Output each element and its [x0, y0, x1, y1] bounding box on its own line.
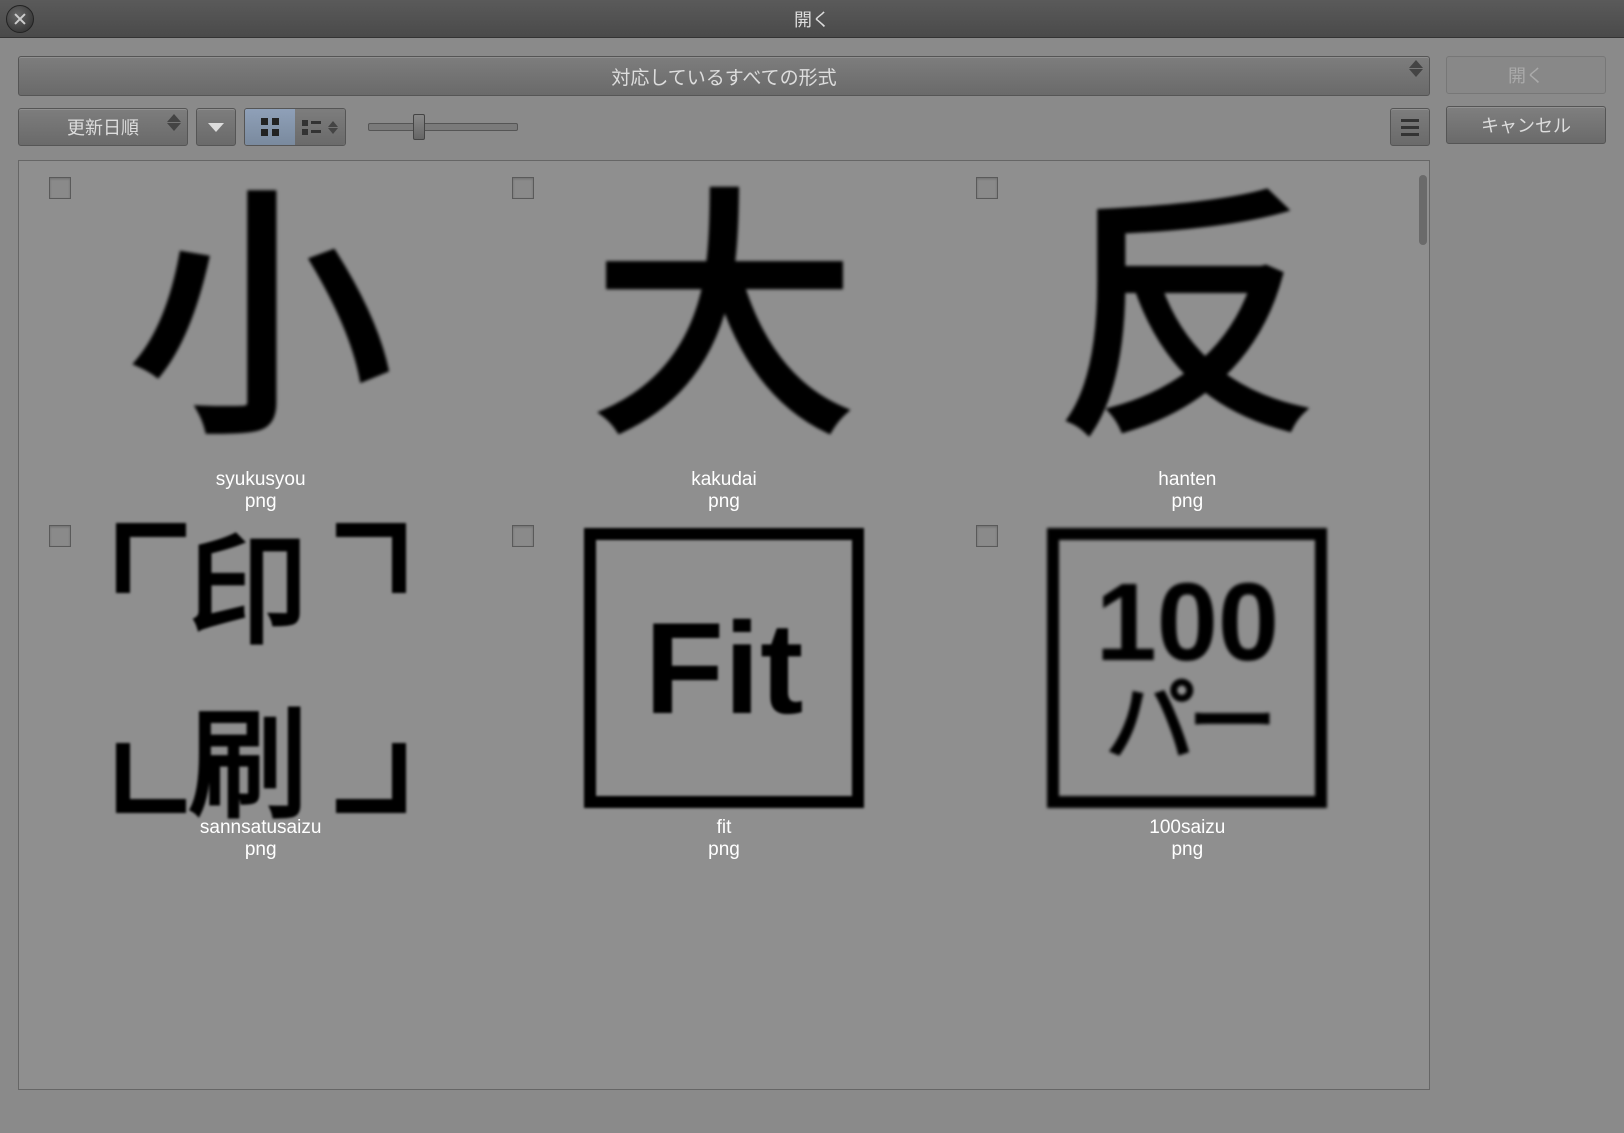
open-button[interactable]: 開く	[1446, 56, 1606, 94]
file-ext: png	[1171, 839, 1203, 861]
file-name: fit	[717, 817, 732, 839]
sort-order-dropdown[interactable]: 更新日順	[18, 108, 188, 146]
dialog-body: 対応しているすべての形式 更新日順	[0, 38, 1624, 1108]
file-checkbox[interactable]	[49, 525, 71, 547]
file-checkbox[interactable]	[512, 177, 534, 199]
file-checkbox[interactable]	[512, 525, 534, 547]
titlebar: 開く	[0, 0, 1624, 38]
file-item[interactable]: 反 hanten png	[956, 175, 1419, 513]
file-ext: png	[708, 491, 740, 513]
file-item[interactable]: 印刷 sannsatusaizu png	[29, 523, 492, 861]
file-thumbnail: 小	[106, 175, 416, 465]
sort-order-label: 更新日順	[67, 114, 139, 140]
file-thumbnail: 大	[569, 175, 879, 465]
list-icon	[302, 120, 322, 135]
slider-track	[368, 123, 518, 131]
file-grid: 小 syukusyou png 大 kakudai png 反	[19, 161, 1429, 875]
thumb-bracket: 印刷	[116, 523, 406, 813]
file-checkbox[interactable]	[49, 177, 71, 199]
cancel-button[interactable]: キャンセル	[1446, 106, 1606, 144]
file-name: kakudai	[691, 469, 757, 491]
options-menu-button[interactable]	[1390, 108, 1430, 146]
file-ext: png	[708, 839, 740, 861]
file-item[interactable]: 100 パー 100saizu png	[956, 523, 1419, 861]
sort-direction-button[interactable]	[196, 108, 236, 146]
file-name: hanten	[1158, 469, 1216, 491]
file-item[interactable]: 大 kakudai png	[492, 175, 955, 513]
file-thumbnail: 印刷	[106, 523, 416, 813]
scrollbar-thumb[interactable]	[1419, 175, 1427, 245]
file-ext: png	[1171, 491, 1203, 513]
stepper-icon	[1409, 60, 1423, 77]
stepper-icon	[328, 121, 338, 134]
thumbnail-size-slider[interactable]	[368, 108, 518, 146]
format-filter-label: 対応しているすべての形式	[611, 63, 836, 90]
file-item[interactable]: 小 syukusyou png	[29, 175, 492, 513]
triangle-down-icon	[208, 123, 224, 132]
file-name: syukusyou	[216, 469, 306, 491]
slider-handle[interactable]	[413, 114, 425, 140]
file-item[interactable]: Fit fit png	[492, 523, 955, 861]
stepper-icon	[167, 114, 181, 131]
thumb-glyph: 小	[131, 190, 391, 450]
file-name: 100saizu	[1149, 817, 1225, 839]
main-column: 対応しているすべての形式 更新日順	[18, 56, 1430, 1090]
file-ext: png	[245, 839, 277, 861]
file-checkbox[interactable]	[976, 525, 998, 547]
file-thumbnail: Fit	[569, 523, 879, 813]
grid-icon	[261, 118, 279, 136]
side-column: 開く キャンセル	[1446, 56, 1606, 1090]
close-button[interactable]	[6, 5, 34, 33]
toolbar: 更新日順	[18, 108, 1430, 146]
view-grid-button[interactable]	[245, 109, 295, 145]
thumb-glyph: 反	[1057, 190, 1317, 450]
file-thumbnail: 100 パー	[1032, 523, 1342, 813]
file-thumbnail: 反	[1032, 175, 1342, 465]
file-checkbox[interactable]	[976, 177, 998, 199]
view-mode-toggle	[244, 108, 346, 146]
thumb-glyph: 大	[594, 190, 854, 450]
format-filter-dropdown[interactable]: 対応しているすべての形式	[18, 56, 1430, 96]
view-list-button[interactable]	[295, 109, 345, 145]
file-grid-container: 小 syukusyou png 大 kakudai png 反	[18, 160, 1430, 1090]
window-title: 開く	[794, 6, 830, 32]
